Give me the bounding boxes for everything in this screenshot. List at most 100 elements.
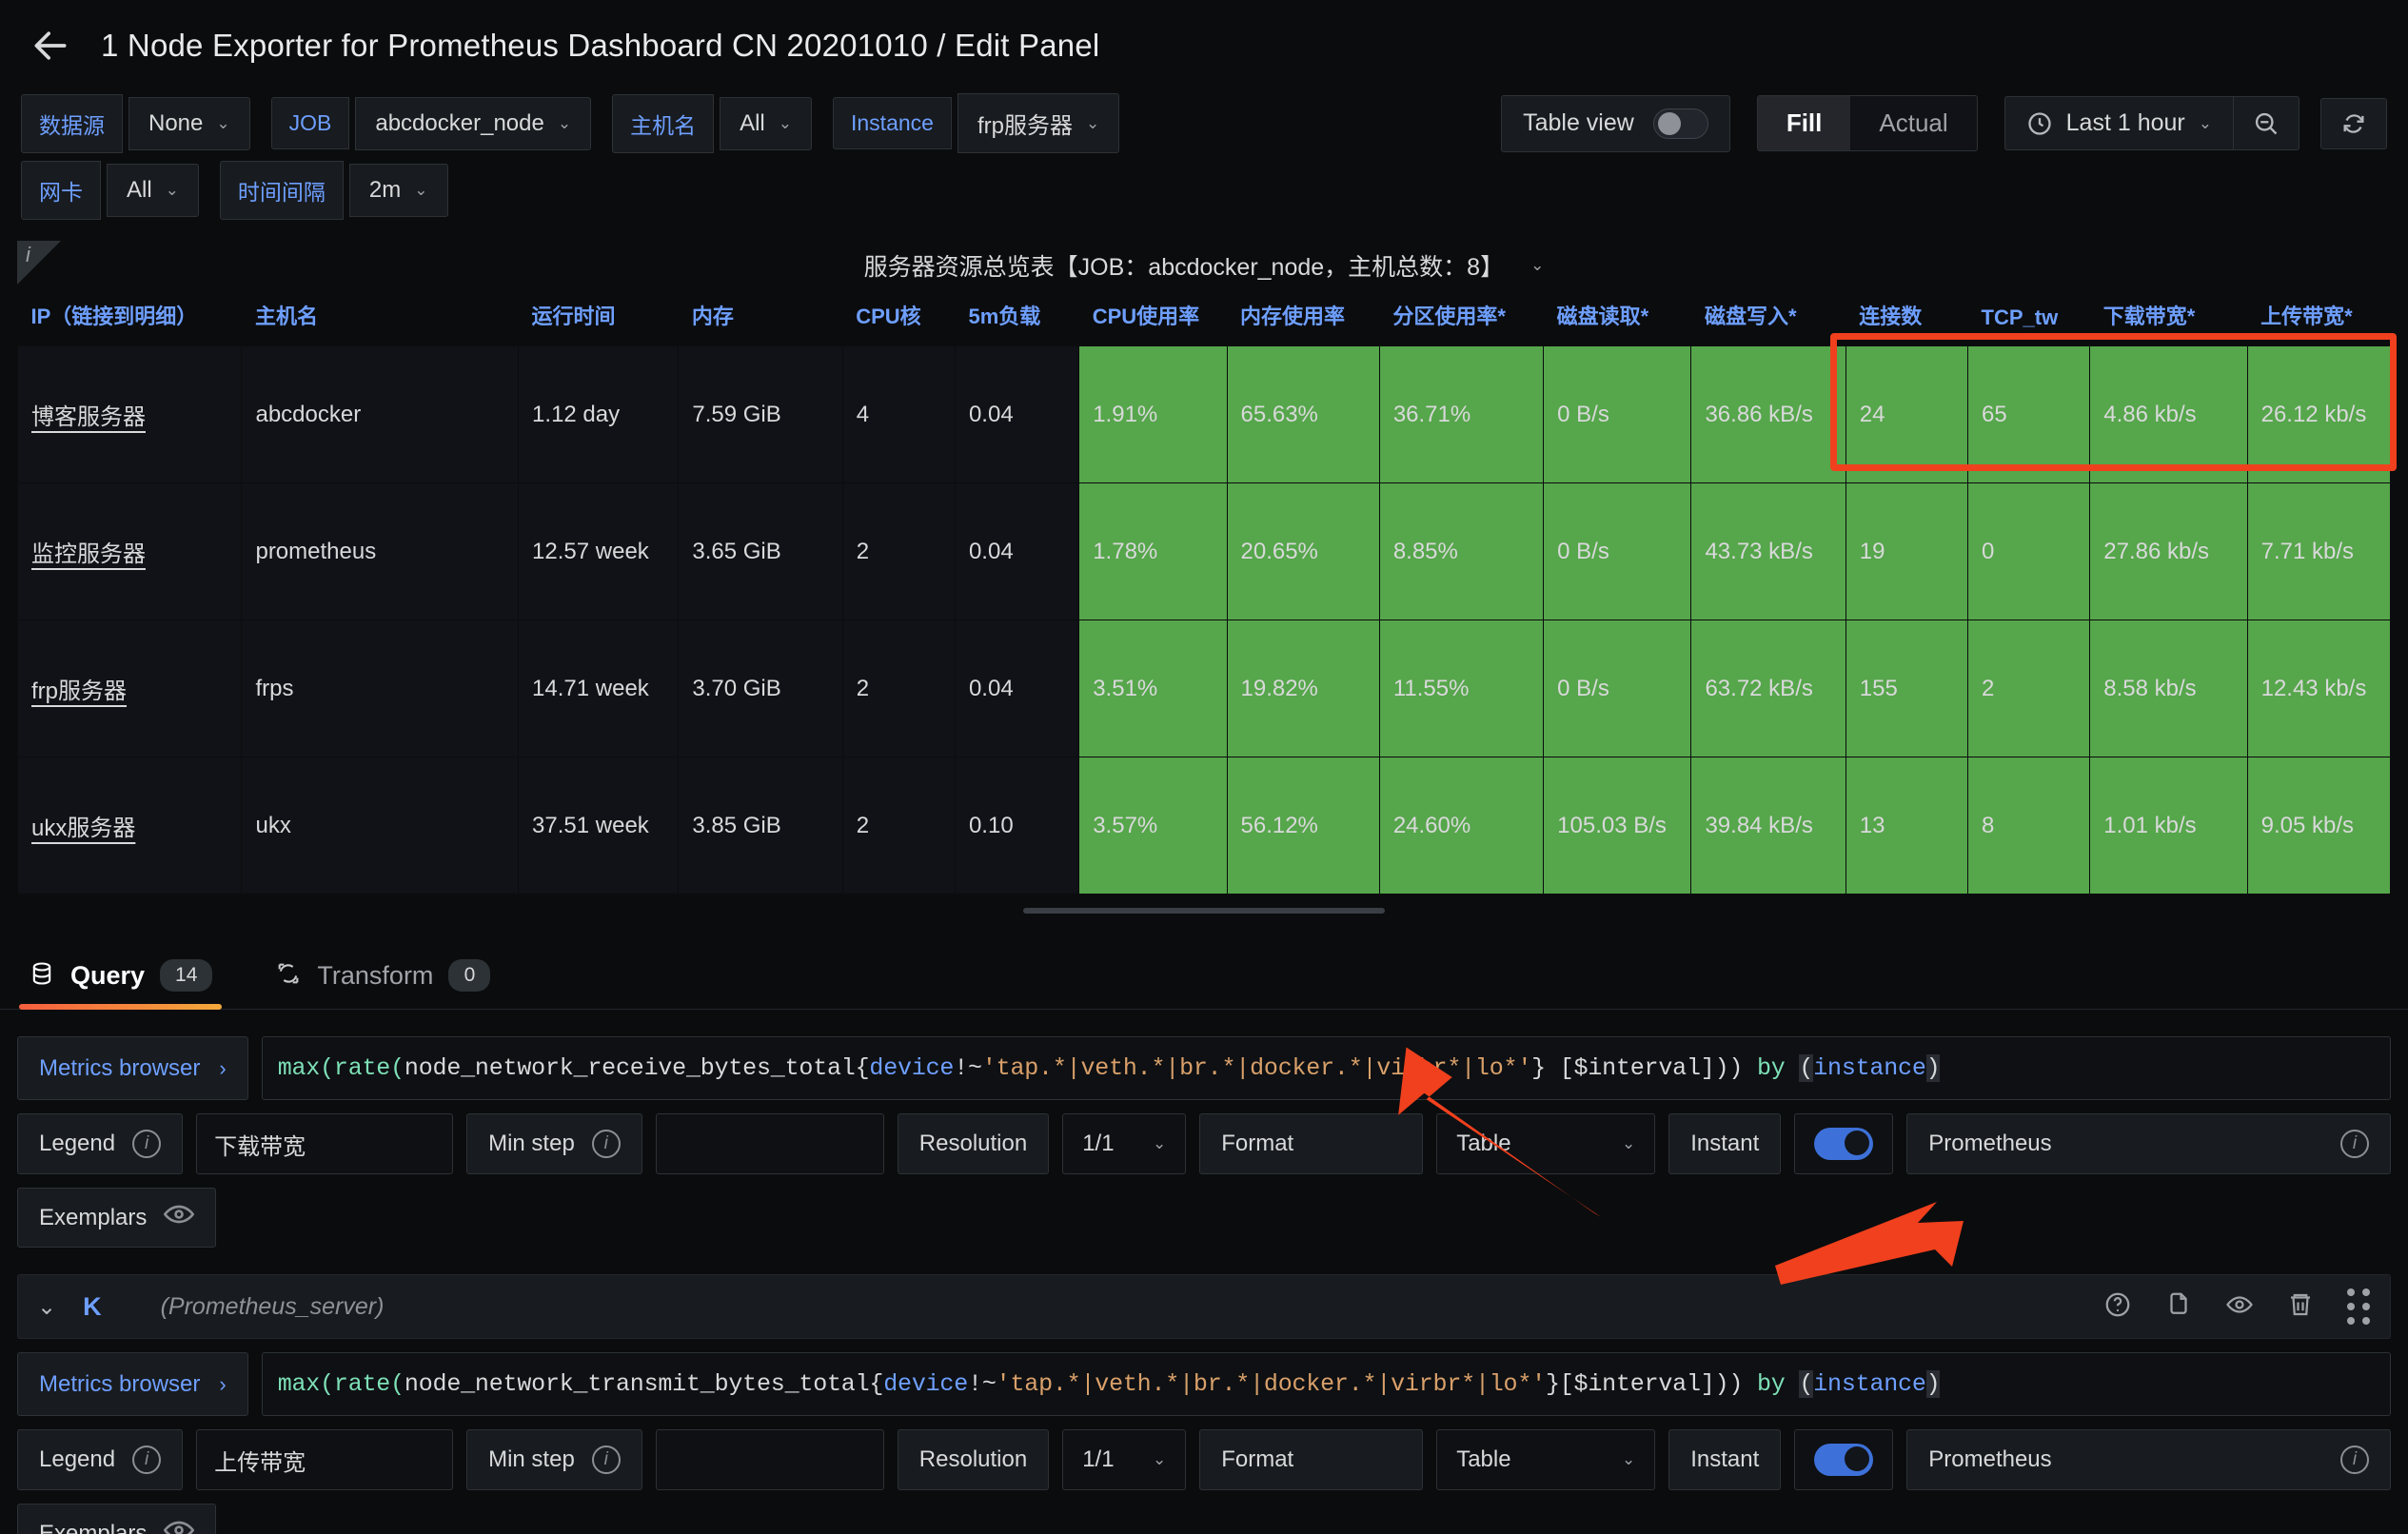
variable-select-nic[interactable]: All ⌄ — [107, 164, 199, 217]
resolution-label-cell-2: Resolution — [897, 1429, 1050, 1490]
ip-link[interactable]: 博客服务器 — [31, 404, 146, 430]
duplicate-icon[interactable] — [2164, 1290, 2193, 1324]
exemplars-cell-1[interactable]: Exemplars — [17, 1188, 217, 1248]
tab-transform[interactable]: Transform 0 — [266, 946, 500, 1009]
ip-link[interactable]: frp服务器 — [31, 678, 127, 704]
col-disk-write[interactable]: 磁盘写入* — [1691, 290, 1845, 346]
legend-input-1[interactable] — [196, 1113, 454, 1174]
variable-value-instance: frp服务器 — [977, 113, 1073, 139]
ip-link[interactable]: ukx服务器 — [31, 816, 135, 841]
instant-toggle-2[interactable] — [1794, 1429, 1894, 1490]
query-1-expression[interactable]: max(rate(node_network_receive_bytes_tota… — [261, 1036, 2391, 1100]
col-cpu-cores[interactable]: CPU核 — [842, 290, 955, 346]
resolution-select-1[interactable]: 1/1 ⌄ — [1062, 1113, 1187, 1174]
col-download[interactable]: 下载带宽* — [2090, 290, 2247, 346]
format-select-1[interactable]: Table ⌄ — [1436, 1113, 1656, 1174]
col-tcp-tw[interactable]: TCP_tw — [1968, 290, 2090, 346]
cell-memory: 3.85 GiB — [678, 757, 843, 895]
instant-switch[interactable] — [1814, 1128, 1874, 1160]
info-icon[interactable]: i — [591, 1446, 621, 1474]
zoom-out-button[interactable] — [2234, 99, 2299, 148]
col-connections[interactable]: 连接数 — [1845, 290, 1967, 346]
cell-disk-read: 0 B/s — [1543, 620, 1692, 757]
ip-link[interactable]: 监控服务器 — [31, 541, 146, 567]
resolution-select-2[interactable]: 1/1 ⌄ — [1062, 1429, 1187, 1490]
variable-select-job[interactable]: abcdocker_node ⌄ — [355, 96, 592, 150]
eye-icon[interactable] — [164, 1520, 195, 1534]
variable-select-hostname[interactable]: All ⌄ — [720, 96, 812, 150]
col-upload[interactable]: 上传带宽* — [2247, 290, 2390, 346]
chevron-down-icon: ⌄ — [778, 113, 792, 132]
cell-uptime: 12.57 week — [518, 482, 680, 620]
chevron-down-icon[interactable]: ⌄ — [1530, 256, 1544, 275]
table-view-toggle[interactable]: Table view — [1501, 94, 1730, 152]
min-step-label-cell-2: Min step i — [466, 1429, 642, 1490]
eye-icon[interactable] — [164, 1204, 195, 1231]
instant-toggle-1[interactable] — [1794, 1113, 1894, 1174]
metrics-browser-button-2[interactable]: Metrics browser › — [17, 1352, 248, 1416]
drag-handle-icon[interactable] — [2347, 1288, 2371, 1325]
cell-connections: 155 — [1845, 620, 1969, 757]
actual-button[interactable]: Actual — [1850, 96, 1976, 150]
min-step-input-2[interactable] — [655, 1429, 884, 1490]
query-2-header[interactable]: ⌄ K (Prometheus_server) — [17, 1274, 2391, 1339]
col-disk-read[interactable]: 磁盘读取* — [1544, 290, 1691, 346]
cell-ip[interactable]: frp服务器 — [16, 620, 243, 757]
cell-ip[interactable]: ukx服务器 — [16, 757, 243, 895]
col-load5m[interactable]: 5m负载 — [955, 290, 1078, 346]
back-arrow-icon[interactable] — [29, 24, 72, 68]
col-cpu-usage[interactable]: CPU使用率 — [1079, 290, 1227, 346]
cell-ip[interactable]: 监控服务器 — [16, 482, 243, 620]
info-icon[interactable]: i — [132, 1446, 162, 1474]
time-range-section[interactable]: Last 1 hour ⌄ — [2005, 97, 2233, 149]
expr-group-label: instance — [1813, 1054, 1926, 1082]
col-ip[interactable]: IP（链接到明细） — [18, 290, 242, 346]
switch-knob — [1845, 1131, 1870, 1155]
query-2-actions — [2103, 1288, 2371, 1325]
col-memory[interactable]: 内存 — [679, 290, 842, 346]
tab-transform-badge: 0 — [448, 959, 491, 992]
query-2-name[interactable]: K — [83, 1292, 102, 1322]
cell-mem-usage: 56.12% — [1226, 757, 1380, 895]
query-2-expression-row: Metrics browser › max(rate(node_network_… — [17, 1352, 2391, 1416]
metrics-browser-button-1[interactable]: Metrics browser › — [17, 1036, 248, 1100]
format-select-2[interactable]: Table ⌄ — [1436, 1429, 1656, 1490]
variable-select-interval[interactable]: 2m ⌄ — [348, 164, 448, 217]
info-icon[interactable]: i — [591, 1130, 621, 1158]
exemplars-cell-2[interactable]: Exemplars — [17, 1504, 217, 1534]
col-uptime[interactable]: 运行时间 — [519, 290, 679, 346]
col-mem-usage[interactable]: 内存使用率 — [1227, 290, 1379, 346]
query-2-datasource: (Prometheus_server) — [160, 1292, 385, 1320]
trash-icon[interactable] — [2286, 1290, 2315, 1324]
exemplars-label: Exemplars — [39, 1520, 148, 1534]
fill-actual-segmented[interactable]: Fill Actual — [1756, 95, 1978, 151]
refresh-button[interactable] — [2320, 97, 2387, 149]
info-icon[interactable]: i — [2340, 1446, 2369, 1474]
tab-query[interactable]: Query 14 — [19, 946, 223, 1010]
col-disk-usage[interactable]: 分区使用率* — [1379, 290, 1543, 346]
cell-cpu-usage: 1.78% — [1078, 482, 1228, 620]
cell-disk-usage: 24.60% — [1378, 757, 1545, 895]
panel-info-icon[interactable]: i — [26, 243, 30, 267]
fill-button[interactable]: Fill — [1757, 96, 1851, 150]
eye-icon[interactable] — [2225, 1290, 2254, 1324]
legend-input-2[interactable] — [196, 1429, 454, 1490]
min-step-label-cell-1: Min step i — [466, 1113, 642, 1174]
info-icon[interactable]: i — [132, 1130, 162, 1158]
help-icon[interactable] — [2103, 1290, 2132, 1324]
cell-cpu-cores: 2 — [841, 757, 956, 895]
horizontal-scrollbar[interactable] — [1023, 908, 1385, 914]
variable-select-datasource[interactable]: None ⌄ — [128, 96, 250, 150]
datasource-cell-1: Prometheus i — [1906, 1113, 2391, 1174]
min-step-input-1[interactable] — [655, 1113, 884, 1174]
query-2-expression[interactable]: max(rate(node_network_transmit_bytes_tot… — [261, 1352, 2391, 1416]
instant-switch[interactable] — [1814, 1444, 1874, 1476]
cell-download: 4.86 kb/s — [2089, 345, 2248, 483]
cell-ip[interactable]: 博客服务器 — [16, 345, 243, 483]
variable-select-instance[interactable]: frp服务器 ⌄ — [957, 93, 1120, 153]
col-hostname[interactable]: 主机名 — [242, 290, 519, 346]
table-view-switch[interactable] — [1652, 108, 1708, 139]
info-icon[interactable]: i — [2340, 1130, 2369, 1158]
time-range-picker[interactable]: Last 1 hour ⌄ — [2003, 96, 2299, 150]
chevron-down-icon[interactable]: ⌄ — [37, 1293, 56, 1321]
